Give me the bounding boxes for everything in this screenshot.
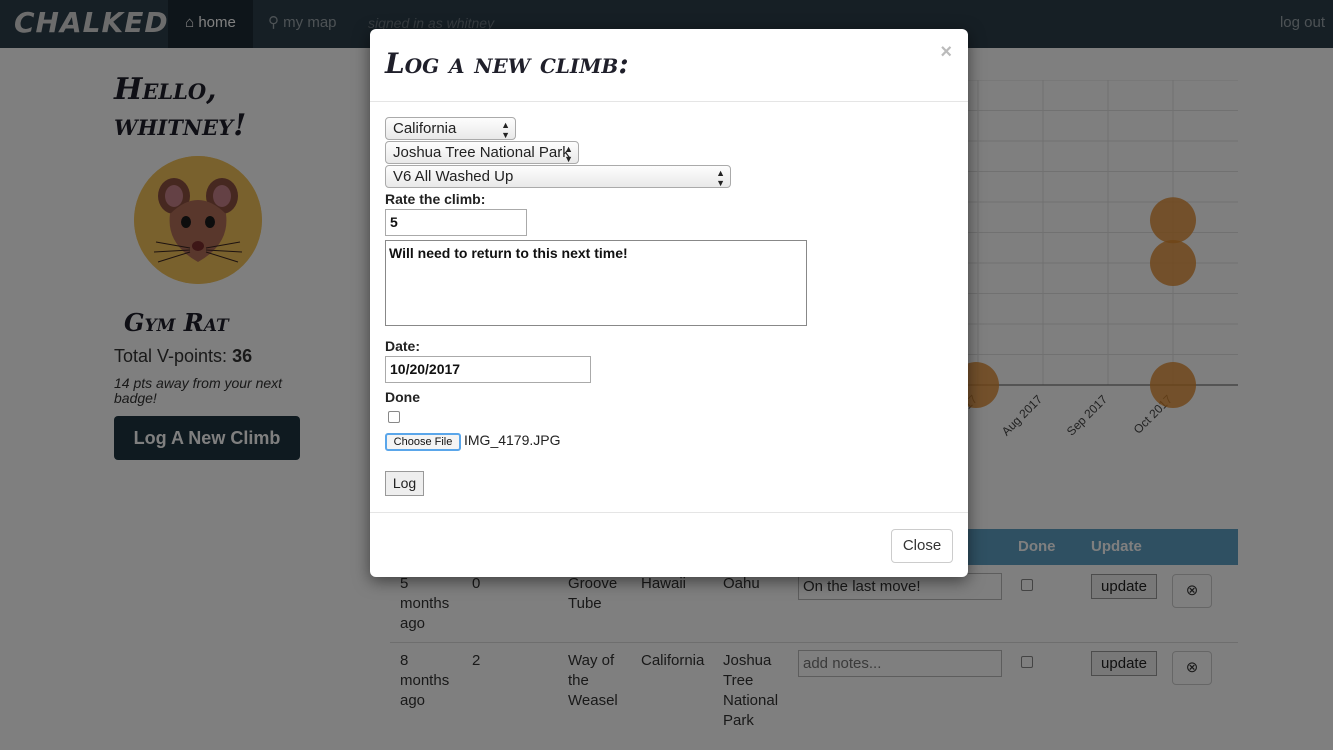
modal-footer: Close (370, 512, 968, 577)
done-checkbox[interactable] (388, 411, 400, 423)
climb-select-value: V6 All Washed Up (393, 168, 514, 185)
climb-select[interactable]: V6 All Washed Up ▲ ▼ (385, 165, 731, 188)
date-input[interactable]: 10/20/2017 (385, 356, 591, 383)
modal-title: Log a new climb: (385, 47, 629, 80)
file-name: IMG_4179.JPG (464, 432, 561, 448)
date-label: Date: (385, 338, 421, 354)
select-arrows-icon: ▲ ▼ (501, 120, 510, 140)
area-select-value: Joshua Tree National Park (393, 144, 570, 161)
log-submit-button[interactable]: Log (385, 471, 424, 496)
select-arrows-icon: ▲ ▼ (716, 168, 725, 188)
log-climb-modal: Log a new climb: × California ▲ ▼ Joshua … (370, 29, 968, 577)
notes-textarea[interactable]: Will need to return to this next time! (385, 240, 807, 326)
modal-header: Log a new climb: × (370, 29, 968, 102)
rate-label: Rate the climb: (385, 191, 486, 207)
close-button[interactable]: Close (891, 529, 953, 563)
close-icon[interactable]: × (940, 41, 952, 64)
area-select[interactable]: Joshua Tree National Park ▲ ▼ (385, 141, 579, 164)
state-select-value: California (393, 120, 457, 137)
choose-file-button[interactable]: Choose File (385, 433, 461, 451)
select-arrows-icon: ▲ ▼ (564, 144, 573, 164)
rating-input[interactable]: 5 (385, 209, 527, 236)
done-label: Done (385, 389, 420, 405)
state-select[interactable]: California ▲ ▼ (385, 117, 516, 140)
